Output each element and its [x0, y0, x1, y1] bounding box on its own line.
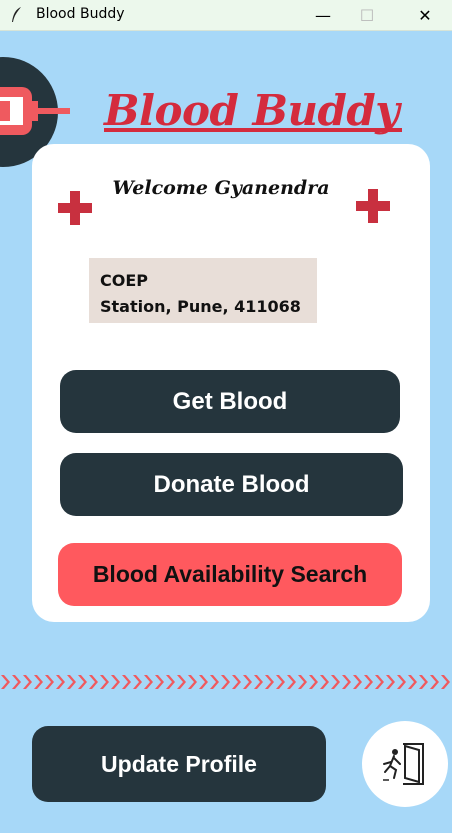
address-line1: COEP: [100, 271, 148, 290]
donate-blood-button[interactable]: Donate Blood: [60, 453, 403, 516]
zigzag-divider: [0, 671, 452, 693]
maximize-button[interactable]: ☐: [342, 0, 392, 30]
medical-cross-icon: [356, 189, 390, 223]
address-line2: Station, Pune, 411068: [100, 297, 301, 316]
address-box: COEP Station, Pune, 411068: [89, 258, 317, 323]
welcome-message: Welcome Gyanendra: [112, 177, 330, 199]
window-titlebar: Blood Buddy — ☐ ✕: [0, 0, 452, 31]
get-blood-button[interactable]: Get Blood: [60, 370, 400, 433]
app-window: Blood Buddy Welcome Gyanendra COEP Stati…: [0, 31, 452, 833]
window-title: Blood Buddy: [36, 6, 125, 22]
exit-door-icon: [383, 743, 424, 785]
feather-icon: [12, 7, 21, 22]
brand-underline: [104, 128, 402, 132]
close-button[interactable]: ✕: [400, 0, 450, 30]
blood-availability-search-button[interactable]: Blood Availability Search: [58, 543, 402, 606]
logout-button[interactable]: [362, 721, 448, 807]
medical-cross-icon: [58, 191, 92, 225]
update-profile-button[interactable]: Update Profile: [32, 726, 326, 802]
minimize-button[interactable]: —: [298, 0, 348, 30]
